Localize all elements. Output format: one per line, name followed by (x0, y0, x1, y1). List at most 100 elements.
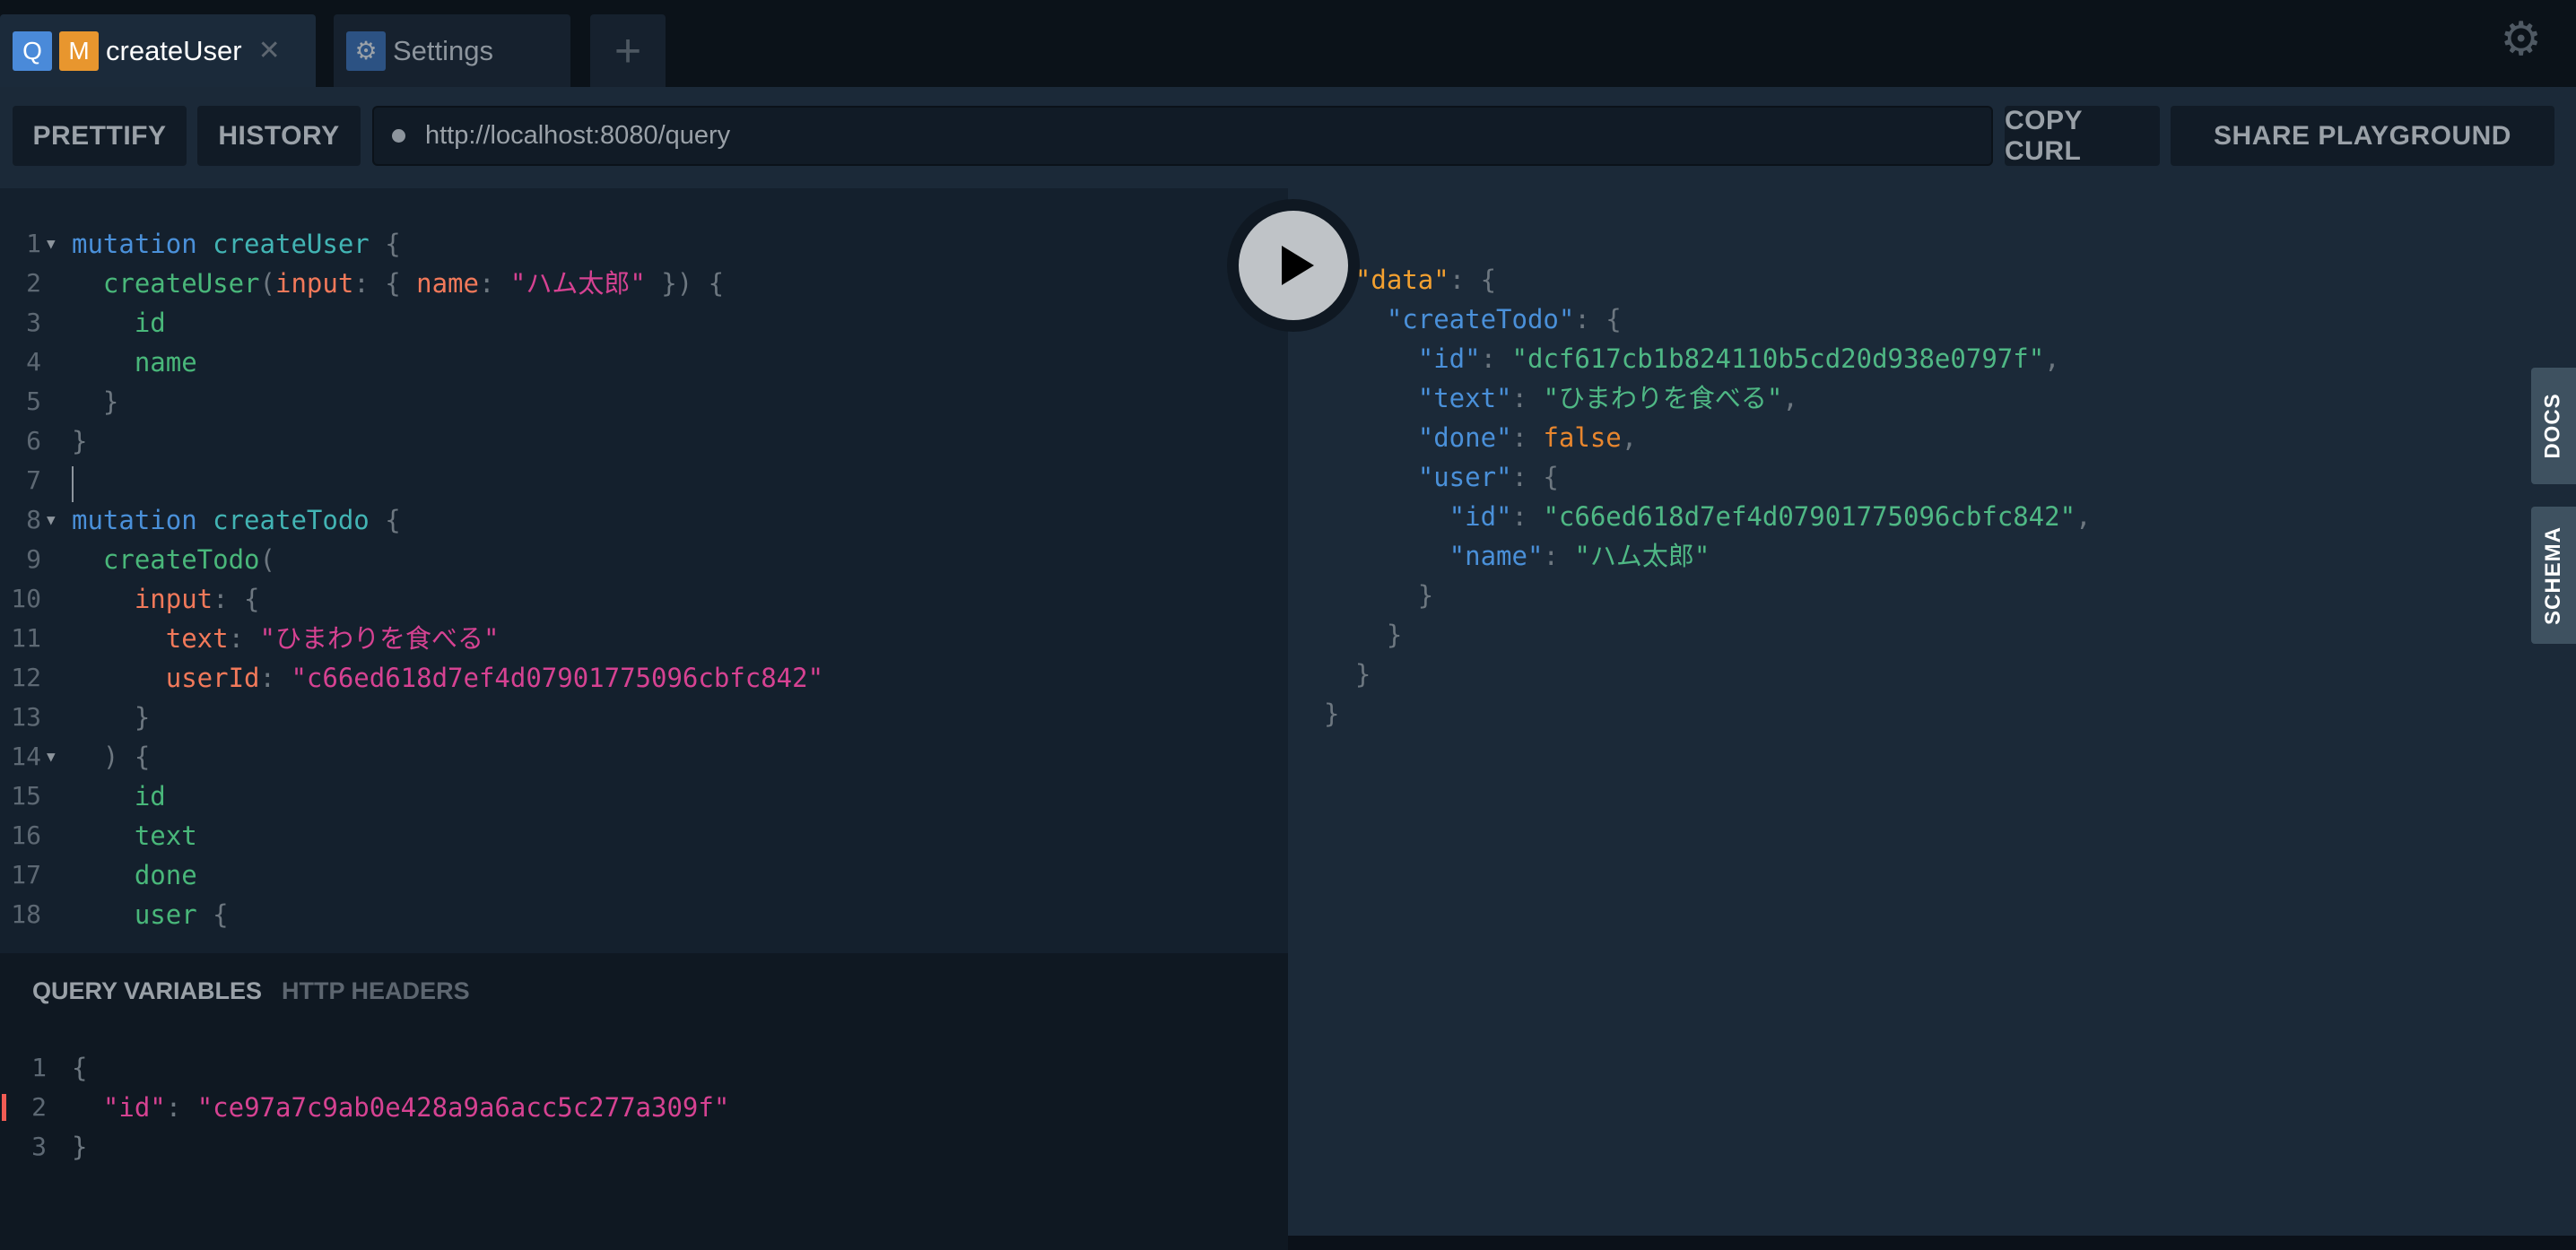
code-line: "id": "c66ed618d7ef4d07901775096cbfc842"… (1324, 497, 2576, 536)
token-keyword: mutation (72, 505, 213, 535)
line-number: 5 (26, 386, 41, 416)
fold-arrow-icon[interactable]: ▼ (47, 500, 56, 540)
code-line: } (1324, 576, 2576, 615)
token-punct: ) { (72, 742, 151, 772)
code-line: "user": { (1324, 457, 2576, 497)
line-number: 3 (31, 1132, 47, 1161)
tab-query-variables[interactable]: QUERY VARIABLES (32, 977, 262, 1005)
execute-button[interactable] (1227, 199, 1360, 332)
token-punct: { (385, 505, 401, 535)
token-punct: , (1782, 383, 1798, 413)
tab-settings[interactable]: ⚙ Settings (334, 14, 570, 87)
line-number: 17 (11, 860, 41, 890)
line-number: 3 (26, 308, 41, 337)
fold-arrow-icon[interactable]: ▼ (47, 737, 56, 777)
code-line: 9 createTodo( (0, 540, 1288, 579)
token-punct: : { (1511, 462, 1559, 492)
token-punct: : (259, 663, 292, 693)
token-punct: } (72, 386, 119, 417)
code-line: 17 done (0, 855, 1288, 895)
code-line: 18 user { (0, 895, 1288, 934)
token-keyword: mutation (72, 229, 213, 259)
code-line: 3} (0, 1127, 1288, 1167)
token-attr: name (416, 268, 479, 299)
prettify-button[interactable]: PRETTIFY (13, 106, 187, 166)
token-punct: : (1511, 422, 1544, 453)
token-punct: } (72, 1132, 88, 1162)
tab-http-headers[interactable]: HTTP HEADERS (282, 977, 470, 1005)
token-string: "id" (72, 1092, 166, 1123)
token-punct: { (72, 1053, 88, 1083)
token-attr: input (274, 268, 354, 299)
text-cursor (72, 466, 74, 502)
code-line: ▼ "data": { (1295, 260, 2576, 299)
code-line: 3 id (0, 303, 1288, 343)
bottom-tabs: QUERY VARIABLES HTTP HEADERS (32, 977, 470, 1005)
settings-gear-icon[interactable]: ⚙ (2500, 13, 2542, 66)
token-jkey: "createTodo" (1324, 304, 1575, 334)
token-jkey: "id" (1324, 501, 1512, 532)
line-number: 4 (26, 347, 41, 377)
token-punct: } (1324, 659, 1371, 690)
token-jstr: "c66ed618d7ef4d07901775096cbfc842" (1543, 501, 2076, 532)
token-string: "ハム太郎" (509, 268, 646, 299)
token-jkey: "user" (1324, 462, 1512, 492)
endpoint-url-input[interactable]: http://localhost:8080/query (372, 106, 1993, 166)
token-jstr: "dcf617cb1b824110b5cd20d938e0797f" (1511, 343, 2045, 374)
tab-createuser[interactable]: Q M createUser ✕ (0, 14, 316, 87)
line-number: 1 (26, 229, 41, 258)
token-punct: { (213, 899, 229, 930)
line-number: 8 (26, 505, 41, 534)
copy-curl-button[interactable]: COPY CURL (2005, 106, 2160, 166)
variables-editor[interactable]: 1{2 "id": "ce97a7c9ab0e428a9a6acc5c277a3… (0, 1048, 1288, 1167)
token-punct: : (478, 268, 510, 299)
token-jstr: "ひまわりを食べる" (1543, 383, 1783, 413)
token-jkey: "done" (1324, 422, 1512, 453)
code-line: 8 ▼ mutation createTodo { (0, 500, 1288, 540)
fold-arrow-icon[interactable]: ▼ (47, 224, 56, 264)
schema-tab[interactable]: SCHEMA (2531, 507, 2576, 644)
code-line: 13 } (0, 698, 1288, 737)
code-line: "id": "dcf617cb1b824110b5cd20d938e0797f"… (1324, 339, 2576, 378)
token-punct: : { (1574, 304, 1622, 334)
line-number: 2 (31, 1092, 47, 1122)
token-punct: }) { (645, 268, 725, 299)
code-line: 15 id (0, 777, 1288, 816)
token-punct: , (2044, 343, 2060, 374)
code-line: ▼{ (1295, 221, 2576, 260)
gear-icon: ⚙ (346, 30, 386, 71)
docs-tab[interactable]: DOCS (2531, 368, 2576, 484)
line-number: 14 (11, 742, 41, 771)
add-tab-button[interactable]: + (590, 14, 666, 87)
plus-icon: + (614, 24, 642, 77)
token-attr: userId (72, 663, 260, 693)
token-attr: input (72, 584, 213, 614)
url-text: http://localhost:8080/query (425, 121, 731, 150)
code-line: 7 (0, 461, 1288, 502)
token-punct: } (1324, 620, 1403, 650)
token-string: "ひまわりを食べる" (259, 623, 500, 654)
token-punct: , (1621, 422, 1638, 453)
line-number: 13 (11, 702, 41, 732)
token-jbool: false (1543, 422, 1622, 453)
code-line: 1 ▼ mutation createUser { (0, 224, 1288, 264)
share-playground-button[interactable]: SHARE PLAYGROUND (2171, 106, 2554, 166)
code-line: 6} (0, 421, 1288, 461)
code-line: "text": "ひまわりを食べる", (1324, 378, 2576, 418)
token-jkey: "name" (1324, 541, 1544, 571)
history-button[interactable]: HISTORY (197, 106, 361, 166)
close-icon[interactable]: ✕ (258, 35, 281, 66)
code-line: } (1324, 615, 2576, 655)
token-punct: { (385, 229, 401, 259)
token-punct: : (165, 1092, 197, 1123)
query-badge: Q (13, 30, 52, 71)
line-number: 1 (31, 1053, 47, 1082)
line-number: 7 (26, 465, 41, 495)
result-viewer: ▼{▼ "data": {▼ "createTodo": { "id": "dc… (1288, 188, 2576, 1236)
code-line: } (1324, 655, 2576, 694)
code-line: 2 createUser(input: { name: "ハム太郎" }) { (0, 264, 1288, 303)
token-def: createTodo (213, 505, 386, 535)
token-punct: ( (259, 268, 275, 299)
query-editor[interactable]: 1 ▼ mutation createUser {2 createUser(inpu… (0, 188, 1288, 953)
error-marker (2, 1094, 6, 1121)
